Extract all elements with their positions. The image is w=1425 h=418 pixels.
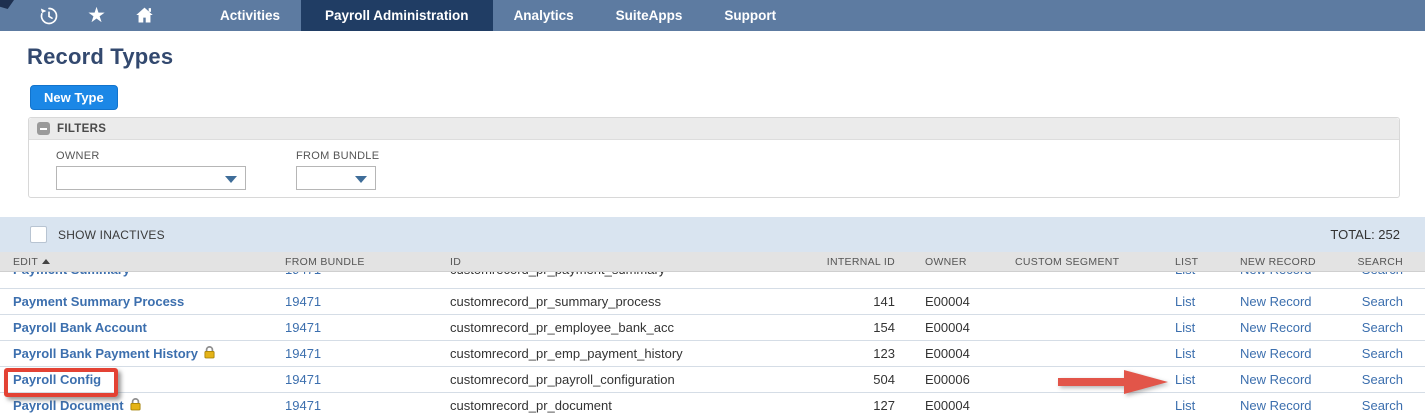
from-bundle-filter-select[interactable] (296, 166, 376, 190)
page-title: Record Types (27, 44, 174, 69)
new-record-link[interactable]: New Record (1240, 294, 1312, 309)
record-edit-link[interactable]: Payroll Document (13, 398, 124, 413)
nav-item-suiteapps[interactable]: SuiteApps (595, 0, 704, 31)
new-record-link[interactable]: New Record (1240, 320, 1312, 335)
record-types-page: ★ Activities Payroll Administration Anal… (0, 0, 1425, 418)
lock-icon (129, 397, 142, 414)
from-bundle-filter-label: FROM BUNDLE (296, 150, 380, 162)
column-header-custom-segment[interactable]: CUSTOM SEGMENT (1012, 256, 1160, 268)
column-header-edit[interactable]: EDIT (0, 256, 272, 268)
new-record-link[interactable]: New Record (1240, 398, 1312, 413)
new-type-button[interactable]: New Type (30, 85, 118, 110)
filters-header[interactable]: FILTERS (29, 118, 1399, 140)
table-row: Payroll Document 19471 customrecord_pr_d… (0, 393, 1425, 418)
show-inactives-checkbox[interactable] (30, 226, 47, 243)
home-icon[interactable] (134, 5, 155, 26)
owner-id: E00004 (925, 346, 970, 361)
list-link[interactable]: List (1175, 320, 1195, 335)
table-header-row: EDIT FROM BUNDLE ID INTERNAL ID OWNER CU… (0, 252, 1425, 272)
nav-item-payroll-administration[interactable]: Payroll Administration (301, 0, 493, 31)
bundle-link[interactable]: 19471 (285, 346, 321, 361)
new-record-link[interactable]: New Record (1240, 372, 1312, 387)
record-id: customrecord_pr_payroll_configuration (450, 372, 675, 387)
search-link[interactable]: Search (1362, 294, 1403, 309)
search-link[interactable]: Search (1362, 272, 1403, 277)
table-row: Payroll Bank Payment History 19471 custo… (0, 341, 1425, 367)
show-inactives-label: SHOW INACTIVES (58, 227, 165, 242)
new-record-link[interactable]: New Record (1240, 346, 1312, 361)
owner-id: E00006 (925, 372, 970, 387)
list-link[interactable]: List (1175, 372, 1195, 387)
navbar-menu: Activities Payroll Administration Analyt… (199, 0, 797, 31)
record-edit-link[interactable]: Payroll Bank Payment History (13, 346, 198, 361)
record-id: customrecord_pr_payment_summary (437, 272, 750, 277)
column-header-from-bundle[interactable]: FROM BUNDLE (272, 256, 437, 268)
record-types-table: EDIT FROM BUNDLE ID INTERNAL ID OWNER CU… (0, 252, 1425, 418)
column-header-search[interactable]: SEARCH (1330, 256, 1425, 268)
navbar-icons: ★ (0, 5, 155, 26)
lock-icon (203, 345, 216, 362)
internal-id: 504 (873, 372, 895, 387)
column-header-id[interactable]: ID (437, 256, 750, 268)
list-link[interactable]: List (1175, 346, 1195, 361)
owner-id: E00004 (925, 294, 970, 309)
column-header-internal-id[interactable]: INTERNAL ID (750, 256, 895, 268)
table-body: Payment Summary Process 19471 customreco… (0, 289, 1425, 418)
record-id: customrecord_pr_emp_payment_history (450, 346, 683, 361)
internal-id: 127 (873, 398, 895, 413)
record-id: customrecord_pr_summary_process (450, 294, 661, 309)
bundle-link[interactable]: 19471 (285, 320, 321, 335)
collapse-icon[interactable] (37, 122, 50, 135)
table-row: Payroll Bank Account 19471 customrecord_… (0, 315, 1425, 341)
record-edit-link[interactable]: Payment Summary (13, 272, 130, 277)
main-navbar: ★ Activities Payroll Administration Anal… (0, 0, 1425, 31)
record-edit-link[interactable]: Payroll Config (13, 372, 101, 387)
record-id: customrecord_pr_employee_bank_acc (450, 320, 675, 335)
bundle-link[interactable]: 19471 (285, 398, 321, 413)
record-id: customrecord_pr_document (450, 398, 612, 413)
owner-filter-field: OWNER (56, 150, 246, 190)
search-link[interactable]: Search (1362, 398, 1403, 413)
bundle-link[interactable]: 19471 (285, 294, 321, 309)
nav-item-support[interactable]: Support (703, 0, 797, 31)
table-row: Payroll Config 19471 customrecord_pr_pay… (0, 367, 1425, 393)
column-header-new-record[interactable]: NEW RECORD (1205, 256, 1330, 268)
bundle-link[interactable]: 19471 (285, 372, 321, 387)
new-record-link[interactable]: New Record (1240, 272, 1312, 277)
list-controls-bar: SHOW INACTIVES TOTAL: 252 (0, 217, 1425, 252)
nav-item-analytics[interactable]: Analytics (493, 0, 595, 31)
column-header-owner[interactable]: OWNER (895, 256, 1012, 268)
record-edit-link[interactable]: Payroll Bank Account (13, 320, 147, 335)
sort-ascending-icon (42, 259, 51, 265)
list-link[interactable]: List (1175, 272, 1195, 277)
filters-body: OWNER FROM BUNDLE (29, 140, 1399, 190)
owner-filter-label: OWNER (56, 150, 100, 162)
search-link[interactable]: Search (1362, 320, 1403, 335)
filters-title: FILTERS (57, 122, 107, 135)
search-link[interactable]: Search (1362, 346, 1403, 361)
chevron-down-icon (355, 176, 367, 183)
bundle-link[interactable]: 19471 (285, 272, 321, 277)
owner-id: E00004 (925, 398, 970, 413)
clipped-table-row: Payment Summary 19471 customrecord_pr_pa… (0, 272, 1425, 289)
owner-id: E00004 (925, 320, 970, 335)
chevron-down-icon (225, 176, 237, 183)
column-header-list[interactable]: LIST (1160, 256, 1205, 268)
internal-id: 141 (873, 294, 895, 309)
search-link[interactable]: Search (1362, 372, 1403, 387)
internal-id: 123 (873, 346, 895, 361)
nav-item-activities[interactable]: Activities (199, 0, 301, 31)
internal-id: 154 (873, 320, 895, 335)
record-edit-link[interactable]: Payment Summary Process (13, 294, 184, 309)
history-icon[interactable] (38, 5, 59, 26)
filters-panel: FILTERS OWNER FROM BUNDLE (28, 117, 1400, 198)
owner-filter-select[interactable] (56, 166, 246, 190)
list-link[interactable]: List (1175, 398, 1195, 413)
total-count: TOTAL: 252 (1330, 227, 1400, 242)
table-row: Payment Summary Process 19471 customreco… (0, 289, 1425, 315)
star-icon[interactable]: ★ (86, 5, 107, 26)
list-link[interactable]: List (1175, 294, 1195, 309)
from-bundle-filter-field: FROM BUNDLE (296, 150, 379, 190)
